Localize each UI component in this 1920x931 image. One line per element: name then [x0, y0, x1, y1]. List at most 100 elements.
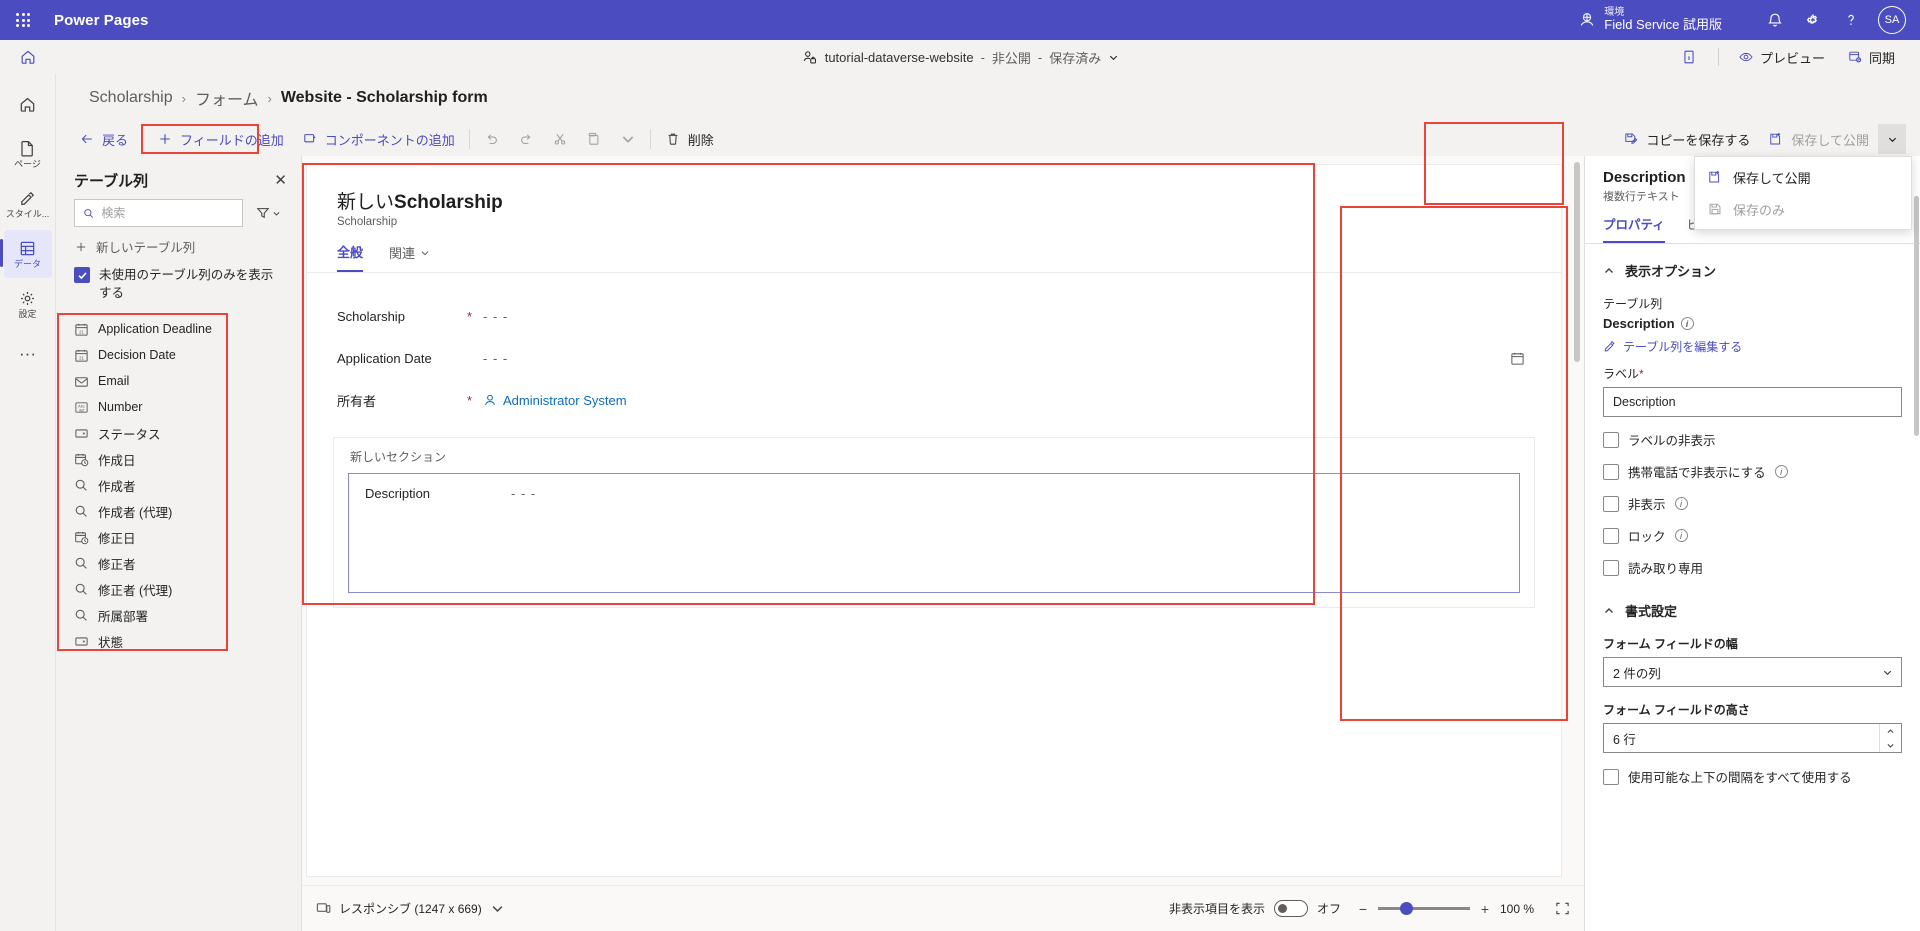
column-item-created-on[interactable]: 作成日 — [56, 446, 301, 472]
form-row-owner[interactable]: 所有者 * Administrator System — [337, 379, 1531, 421]
column-item-decision-date[interactable]: 21 Decision Date — [56, 342, 301, 368]
info-icon[interactable]: i — [1674, 497, 1688, 510]
sync-button[interactable]: 同期 — [1838, 44, 1904, 71]
email-icon — [75, 376, 88, 387]
rail-item-data[interactable]: データ — [0, 230, 52, 278]
checkbox-locked[interactable]: ロック i — [1603, 526, 1902, 545]
save-publish-button[interactable]: 保存して公開 — [1759, 124, 1878, 154]
cut-button[interactable] — [543, 124, 577, 154]
tab-general[interactable]: 全般 — [337, 242, 364, 272]
column-item-number[interactable]: Abc def Number — [56, 394, 301, 420]
breadcrumb-item-0[interactable]: Scholarship — [89, 89, 173, 107]
avatar[interactable]: SA — [1878, 6, 1906, 34]
spinner-up-button[interactable] — [1880, 724, 1901, 738]
column-item-owning-business-unit[interactable]: 所属部署 — [56, 602, 301, 628]
form-row-application-date[interactable]: Application Date - - - — [337, 337, 1531, 379]
date-picker-button[interactable] — [1510, 351, 1525, 366]
checkbox-read-only[interactable]: 読み取り専用 — [1603, 558, 1902, 577]
zoom-slider-thumb[interactable] — [1400, 902, 1413, 915]
help-button[interactable] — [1832, 1, 1870, 39]
save-publish-split-button[interactable] — [1878, 124, 1906, 154]
column-item-modified-by[interactable]: 修正者 — [56, 550, 301, 576]
properties-scrollbar[interactable] — [1912, 156, 1920, 931]
search-input[interactable] — [101, 206, 234, 220]
form-field-description[interactable]: Description - - - — [348, 473, 1520, 593]
zoom-out-button[interactable]: − — [1357, 901, 1369, 917]
rail-item-home[interactable] — [4, 80, 52, 128]
checkbox-use-all-vertical-space[interactable]: 使用可能な上下の間隔をすべて使用する — [1603, 769, 1902, 787]
rail-item-settings[interactable]: 設定 — [4, 280, 52, 328]
field-width-select[interactable]: 2 件の列 — [1603, 657, 1902, 687]
save-copy-icon — [1625, 133, 1638, 145]
chevron-down-icon — [1888, 137, 1896, 142]
info-icon[interactable]: i — [1674, 529, 1688, 542]
field-height-input[interactable]: 6 行 — [1603, 723, 1902, 753]
close-icon[interactable]: ✕ — [274, 173, 287, 188]
new-table-column-button[interactable]: 新しいテーブル列 — [56, 227, 301, 264]
column-item-modified-by-delegate[interactable]: 修正者 (代理) — [56, 576, 301, 602]
datetime-icon — [75, 453, 89, 467]
rail-item-styles[interactable]: スタイル... — [4, 180, 52, 228]
tab-related[interactable]: 関連 — [389, 242, 430, 272]
undo-button[interactable] — [475, 124, 509, 154]
tab-properties[interactable]: プロパティ — [1603, 214, 1665, 243]
copy-button[interactable] — [577, 124, 611, 154]
rail-item-more[interactable]: ··· — [4, 330, 52, 378]
canvas-scrollbar[interactable] — [1574, 162, 1580, 362]
back-button[interactable]: 戻る — [70, 124, 137, 154]
rail-item-pages[interactable]: ページ — [4, 130, 52, 178]
info-icon[interactable]: i — [1680, 317, 1694, 330]
menu-item-save-publish[interactable]: 保存して公開 — [1695, 161, 1911, 193]
sync-label: 同期 — [1868, 50, 1895, 66]
edit-table-column-link[interactable]: テーブル列を編集する — [1603, 338, 1902, 355]
search-box[interactable] — [74, 199, 243, 227]
zoom-in-button[interactable]: + — [1479, 901, 1491, 917]
accordion-display-options[interactable]: 表示オプション — [1603, 250, 1902, 289]
checkbox-hide-label[interactable]: ラベルの非表示 — [1603, 430, 1902, 449]
form-section[interactable]: 新しいセクション Description - - - — [333, 437, 1535, 608]
settings-button[interactable] — [1794, 1, 1832, 39]
hidden-items-toggle-group: 非表示項目を表示 オフ — [1169, 900, 1341, 917]
field-value-lookup[interactable]: Administrator System — [483, 393, 627, 408]
add-component-button[interactable]: コンポーネントの追加 — [293, 124, 464, 154]
responsive-size-selector[interactable]: レスポンシブ (1247 x 669) — [316, 900, 505, 917]
info-icon[interactable]: i — [1774, 465, 1788, 478]
column-item-application-deadline[interactable]: 21 Application Deadline — [56, 316, 301, 342]
app-launcher-button[interactable] — [0, 0, 46, 40]
column-label: 修正者 — [98, 557, 136, 572]
accordion-formatting[interactable]: 書式設定 — [1603, 590, 1902, 629]
spinner-down-button[interactable] — [1880, 738, 1901, 752]
preview-button[interactable]: プレビュー — [1729, 44, 1834, 71]
filter-button[interactable] — [249, 199, 287, 227]
column-label: Email — [98, 374, 130, 389]
save-copy-button[interactable]: コピーを保存する — [1614, 124, 1759, 154]
fit-to-screen-button[interactable] — [1555, 901, 1570, 916]
redo-button[interactable] — [509, 124, 543, 154]
environment-selector[interactable]: 環境 Field Service 試用版 — [1578, 7, 1722, 33]
site-selector[interactable]: tutorial-dataverse-website - 非公開 - 保存済み — [801, 48, 1120, 67]
breadcrumb-item-1[interactable]: フォーム — [195, 86, 259, 110]
form-row-scholarship[interactable]: Scholarship * - - - — [337, 295, 1531, 337]
notifications-button[interactable] — [1756, 1, 1794, 39]
column-item-status[interactable]: ステータス — [56, 420, 301, 446]
column-item-email[interactable]: Email — [56, 368, 301, 394]
column-item-modified-on[interactable]: 修正日 — [56, 524, 301, 550]
column-item-created-by-delegate[interactable]: 作成者 (代理) — [56, 498, 301, 524]
delete-button[interactable]: 削除 — [656, 124, 723, 154]
column-item-created-by[interactable]: 作成者 — [56, 472, 301, 498]
menu-item-save-only[interactable]: 保存のみ — [1695, 193, 1911, 225]
paste-caret-button[interactable] — [611, 124, 645, 154]
info-panel-button[interactable] — [1670, 38, 1708, 76]
required-indicator: * — [467, 392, 473, 408]
column-item-state[interactable]: 状態 — [56, 628, 301, 654]
hidden-items-toggle[interactable] — [1273, 900, 1308, 917]
svg-text:21: 21 — [79, 329, 84, 334]
add-field-button[interactable]: フィールドの追加 — [148, 124, 293, 154]
zoom-slider[interactable] — [1378, 902, 1470, 915]
rail-label-data: データ — [13, 259, 41, 269]
checkbox-hidden[interactable]: 非表示 i — [1603, 494, 1902, 513]
home-button[interactable] — [0, 48, 56, 66]
label-input[interactable] — [1603, 387, 1902, 417]
show-unused-checkbox[interactable]: 未使用のテーブル列のみを表示する — [56, 264, 301, 312]
checkbox-hide-on-phone[interactable]: 携帯電話で非表示にする i — [1603, 462, 1902, 481]
